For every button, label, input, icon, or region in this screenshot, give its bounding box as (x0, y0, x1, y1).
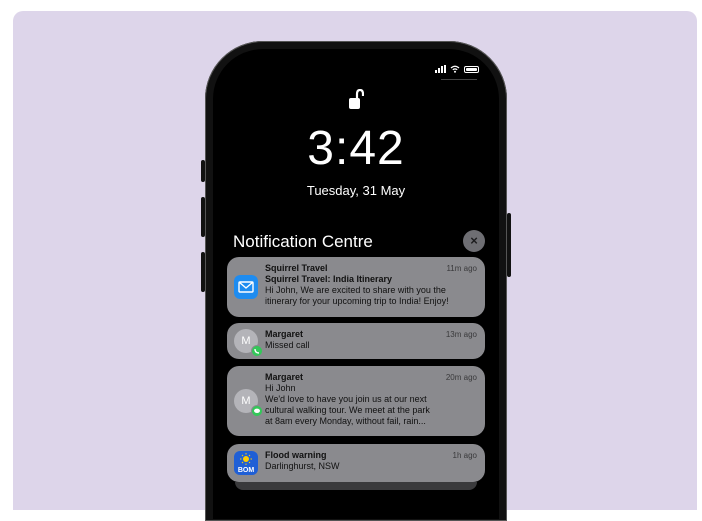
lock-screen: 3:42 Tuesday, 31 May Notification Centre… (213, 49, 499, 519)
clock-time: 3:42 (307, 122, 405, 175)
notification-subject: Hi John (265, 383, 296, 393)
notification-centre-title: Notification Centre (233, 232, 373, 251)
notification-body-line: cultural walking tour. We meet at the pa… (265, 405, 430, 415)
notification-body-line: We'd love to have you join us at our nex… (265, 394, 427, 404)
close-icon[interactable]: × (463, 230, 485, 252)
power-button (507, 213, 511, 277)
mail-icon (234, 275, 258, 299)
clock-date: Tuesday, 31 May (306, 183, 406, 198)
notification-body-line: Hi John, We are excited to share with yo… (265, 285, 446, 295)
notification-stack-edge (235, 482, 477, 490)
bom-label: BOM (237, 467, 255, 474)
notification-time: 20m ago (445, 373, 477, 382)
status-divider (441, 79, 477, 80)
notification-time: 1h ago (452, 451, 477, 460)
notification-sender: Flood warning (265, 450, 327, 460)
notification-body-line: at 8am every Monday, without fail, rain.… (265, 416, 426, 426)
notification-body-line: Darlinghurst, NSW (265, 461, 340, 471)
notification-sender: Squirrel Travel (265, 263, 328, 273)
notification-squirrel-travel[interactable]: Squirrel Travel 11m ago Squirrel Travel:… (227, 257, 485, 317)
messages-icon (251, 405, 263, 417)
wifi-icon (450, 65, 460, 73)
phone-icon (251, 345, 263, 357)
notification-time: 11m ago (446, 264, 477, 273)
notification-body-line: itinerary for your upcoming trip to Indi… (265, 296, 449, 306)
notification-flood-warning[interactable]: BOM Flood warning 1h ago Darlinghurst, N… (227, 444, 485, 482)
notification-missed-call[interactable]: M Margaret 13m ago Missed call (227, 323, 485, 359)
signal-bars-icon (435, 65, 446, 73)
notification-body-line: Missed call (265, 340, 310, 350)
notification-subject: Squirrel Travel: India Itinerary (265, 274, 393, 284)
unlocked-padlock-icon[interactable] (348, 89, 364, 111)
weather-sun-icon: BOM (234, 451, 258, 475)
battery-icon (464, 65, 479, 73)
status-bar (435, 65, 479, 73)
notification-message-margaret[interactable]: M Margaret 20m ago Hi John We'd love to … (227, 366, 485, 436)
notification-time: 13m ago (445, 330, 477, 339)
